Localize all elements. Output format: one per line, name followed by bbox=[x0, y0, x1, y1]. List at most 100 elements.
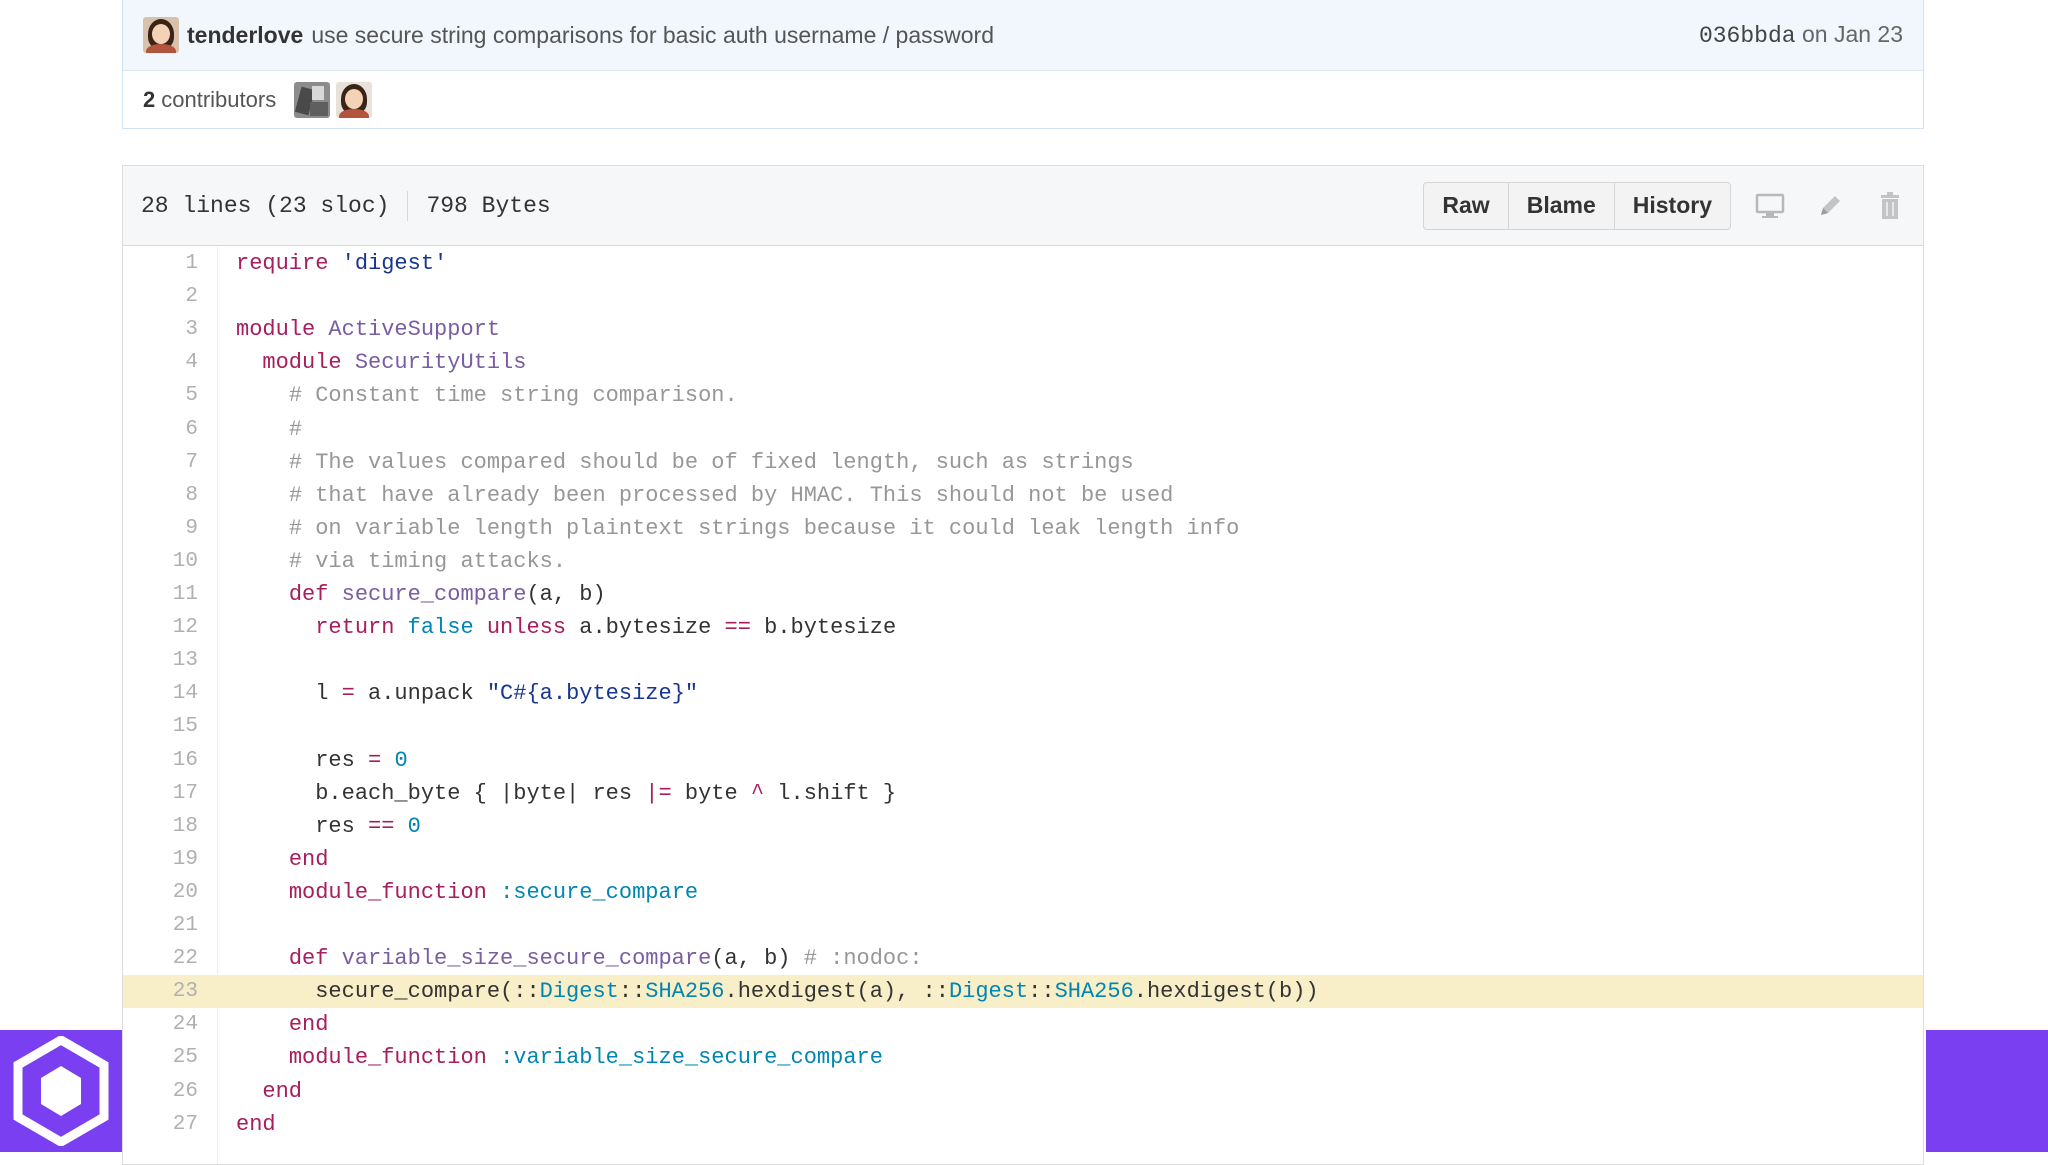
code-text: require 'digest' bbox=[236, 247, 447, 280]
code-token: module_function bbox=[288, 1045, 487, 1071]
line-number[interactable]: 16 bbox=[123, 744, 198, 777]
code-token: end bbox=[288, 846, 329, 872]
code-line: 12 return false unless a.bytesize == b.b… bbox=[123, 611, 1923, 644]
code-token: end bbox=[288, 1012, 329, 1038]
line-number[interactable]: 14 bbox=[123, 677, 198, 710]
code-token: module bbox=[262, 350, 342, 376]
code-text: module_function :variable_size_secure_co… bbox=[236, 1041, 883, 1074]
file-actions: Raw Blame History bbox=[1423, 181, 1731, 230]
code-token: l bbox=[236, 681, 342, 707]
line-number[interactable]: 12 bbox=[123, 611, 198, 644]
pencil-icon[interactable] bbox=[1815, 191, 1845, 221]
contributor-avatar[interactable] bbox=[294, 82, 331, 118]
line-number[interactable]: 20 bbox=[123, 876, 198, 909]
code-text: l = a.unpack "C#{a.bytesize}" bbox=[236, 677, 698, 710]
line-number[interactable]: 11 bbox=[123, 578, 198, 611]
code-line: 7 # The values compared should be of fix… bbox=[123, 446, 1923, 479]
code-line: 20 module_function :secure_compare bbox=[123, 876, 1923, 909]
code-token: # :nodoc: bbox=[803, 946, 923, 972]
code-token: end bbox=[236, 1111, 276, 1137]
code-token: res bbox=[236, 813, 369, 839]
code-token: 'digest' bbox=[341, 251, 448, 276]
code-line: 5 # Constant time string comparison. bbox=[123, 379, 1923, 412]
trash-icon[interactable] bbox=[1875, 191, 1905, 221]
code-text: b.each_byte { |byte| res |= byte ^ l.shi… bbox=[236, 777, 896, 810]
line-number[interactable]: 19 bbox=[123, 843, 198, 876]
line-number[interactable]: 24 bbox=[123, 1008, 198, 1041]
code-text: # via timing attacks. bbox=[236, 545, 566, 578]
line-number[interactable]: 10 bbox=[123, 545, 198, 578]
code-token: secure_compare(:: bbox=[236, 979, 540, 1005]
commit-author-link[interactable]: tenderlove bbox=[187, 22, 303, 49]
line-number[interactable]: 15 bbox=[123, 710, 198, 743]
file-lines-info: 28 lines (23 sloc) bbox=[141, 192, 390, 219]
code-text: res = 0 bbox=[236, 744, 408, 777]
code-line: 16 res = 0 bbox=[123, 744, 1923, 777]
line-number[interactable]: 25 bbox=[123, 1041, 198, 1074]
code-token: # Constant time string comparison. bbox=[288, 383, 738, 409]
code-line: 13 bbox=[123, 644, 1923, 677]
code-token: # on variable length plaintext strings b… bbox=[288, 515, 1240, 541]
history-button[interactable]: History bbox=[1613, 181, 1731, 230]
code-token: b.each_byte { |byte| res bbox=[236, 780, 646, 806]
blame-button[interactable]: Blame bbox=[1507, 181, 1615, 230]
code-area[interactable]: 1 require 'digest' 2 3 module ActiveSupport 4… bbox=[123, 247, 1923, 1164]
line-number[interactable]: 17 bbox=[123, 777, 198, 810]
code-line: 4 module SecurityUtils bbox=[123, 346, 1923, 379]
line-number[interactable]: 22 bbox=[123, 942, 198, 975]
code-token: ^ bbox=[750, 780, 765, 806]
author-avatar[interactable] bbox=[143, 17, 179, 53]
code-token: SecurityUtils bbox=[354, 350, 527, 376]
line-number[interactable]: 1 bbox=[123, 247, 198, 280]
commit-message-link[interactable]: use secure string comparisons for basic … bbox=[311, 22, 994, 49]
contributors-count[interactable]: 2 bbox=[143, 87, 155, 113]
line-number[interactable]: 27 bbox=[123, 1108, 198, 1141]
contributor-avatar[interactable] bbox=[336, 82, 373, 118]
line-number[interactable]: 9 bbox=[123, 512, 198, 545]
line-number[interactable]: 13 bbox=[123, 644, 198, 677]
divider bbox=[407, 190, 409, 221]
code-token: == bbox=[724, 615, 751, 641]
line-number[interactable]: 18 bbox=[123, 810, 198, 843]
commit-sha-link[interactable]: 036bbda bbox=[1699, 23, 1796, 49]
code-line: 14 l = a.unpack "C#{a.bytesize}" bbox=[123, 677, 1923, 710]
code-token: Digest bbox=[539, 979, 619, 1005]
line-number[interactable]: 5 bbox=[123, 379, 198, 412]
code-text: return false unless a.bytesize == b.byte… bbox=[236, 611, 896, 644]
code-line: 3 module ActiveSupport bbox=[123, 313, 1923, 346]
code-token: :: bbox=[1028, 979, 1055, 1005]
desktop-icon[interactable] bbox=[1755, 191, 1785, 221]
line-number[interactable]: 6 bbox=[123, 413, 198, 446]
line-number[interactable]: 26 bbox=[123, 1075, 198, 1108]
contributors-label[interactable]: contributors bbox=[161, 87, 276, 113]
raw-button[interactable]: Raw bbox=[1423, 181, 1509, 230]
commit-date: on Jan 23 bbox=[1801, 21, 1903, 47]
file-size: 798 Bytes bbox=[426, 192, 551, 219]
file-header: 28 lines (23 sloc) 798 Bytes Raw Blame H… bbox=[123, 166, 1923, 246]
line-number[interactable]: 7 bbox=[123, 446, 198, 479]
line-number[interactable]: 3 bbox=[123, 313, 198, 346]
line-number[interactable]: 21 bbox=[123, 909, 198, 942]
code-token: 0 bbox=[407, 813, 421, 839]
code-token: # that have already been processed by HM… bbox=[288, 482, 1174, 508]
code-text: def secure_compare(a, b) bbox=[236, 578, 606, 611]
code-line: 21 bbox=[123, 909, 1923, 942]
code-token: 0 bbox=[394, 747, 408, 773]
line-number[interactable]: 23 bbox=[123, 975, 198, 1008]
hexagon-logo-icon bbox=[13, 1036, 109, 1146]
code-text: module SecurityUtils bbox=[236, 346, 526, 379]
line-number[interactable]: 8 bbox=[123, 479, 198, 512]
line-number[interactable]: 4 bbox=[123, 346, 198, 379]
line-number[interactable]: 2 bbox=[123, 280, 198, 313]
code-line: 9 # on variable length plaintext strings… bbox=[123, 512, 1923, 545]
code-text: res == 0 bbox=[236, 810, 421, 843]
